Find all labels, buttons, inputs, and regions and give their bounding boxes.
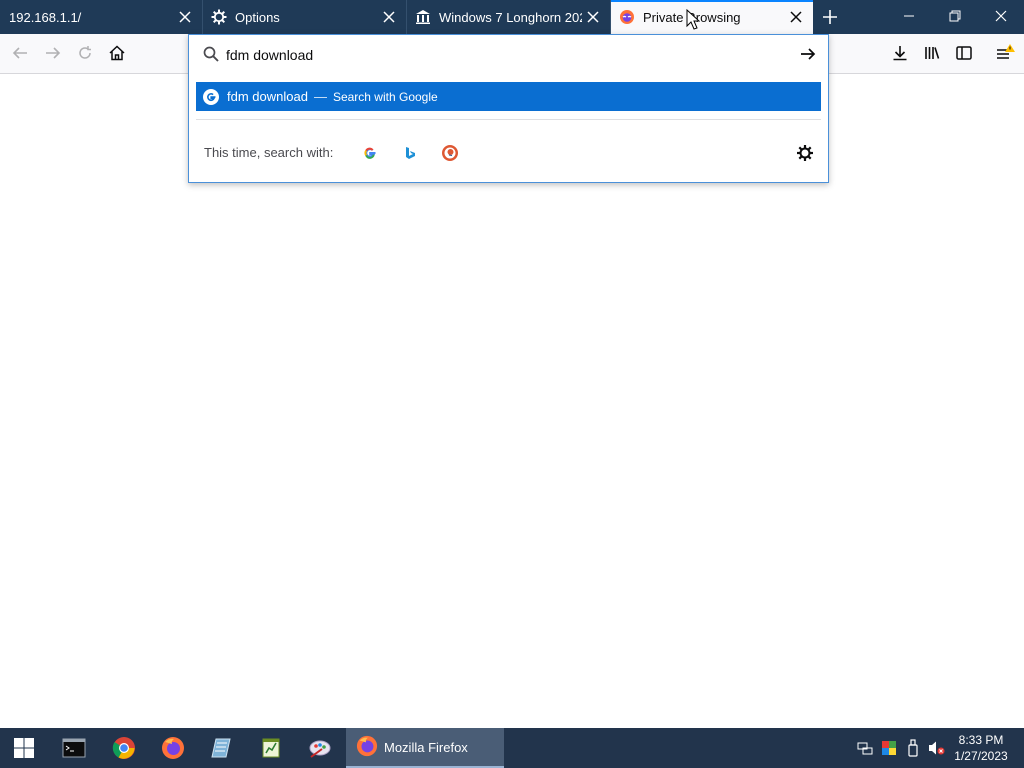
google-icon [203, 88, 219, 105]
close-tab-icon[interactable] [785, 6, 807, 28]
firefox-icon [162, 737, 184, 759]
suggestion-text: fdm download [227, 89, 308, 104]
tab-title: 192.168.1.1/ [9, 9, 82, 25]
plus-icon [823, 10, 837, 24]
urlbar-input[interactable]: fdm download [226, 47, 313, 63]
spreadsheet-icon [262, 738, 280, 758]
taskbar-spreadsheet-app[interactable] [247, 728, 295, 768]
minimize-icon [904, 15, 914, 17]
hamburger-menu-icon [997, 44, 1015, 59]
taskbar-paint-app[interactable] [296, 728, 344, 768]
reload-button[interactable] [70, 38, 100, 68]
tab-title: Windows 7 Longhorn 2023 [439, 9, 582, 25]
google-icon [364, 147, 376, 159]
mouse-cursor-icon [686, 9, 700, 30]
forward-button[interactable] [38, 38, 68, 68]
back-button[interactable] [5, 38, 35, 68]
duckduckgo-engine-button[interactable] [439, 142, 461, 164]
close-tab-icon[interactable] [378, 6, 400, 28]
sidebar-button[interactable] [949, 38, 979, 68]
clock-date: 1/27/2023 [954, 749, 1008, 763]
search-suggestion-row[interactable]: fdm download — Search with Google [196, 82, 821, 111]
google-engine-button[interactable] [359, 142, 381, 164]
go-arrow-icon[interactable] [798, 44, 818, 64]
suggestion-action: Search with Google [332, 89, 438, 104]
volume-muted-tray-icon[interactable] [928, 738, 946, 758]
one-off-search-label: This time, search with: [204, 145, 334, 160]
gear-icon [211, 9, 227, 25]
menu-button[interactable] [990, 38, 1020, 68]
home-icon [109, 45, 125, 61]
close-tab-icon[interactable] [174, 6, 196, 28]
firefox-private-icon [619, 9, 635, 25]
museum-icon [415, 9, 431, 25]
restore-icon [949, 10, 961, 22]
download-icon [893, 46, 907, 61]
start-button[interactable] [0, 728, 48, 768]
close-tab-icon[interactable] [582, 6, 604, 28]
notebook-icon [211, 738, 231, 758]
new-tab-button[interactable] [815, 2, 845, 32]
back-arrow-icon [12, 47, 27, 59]
taskbar-chrome[interactable] [100, 728, 148, 768]
search-icon [202, 45, 220, 63]
clock-time: 8:33 PM [958, 733, 1004, 747]
taskbar-task-label: Mozilla Firefox [384, 739, 468, 755]
taskbar-terminal[interactable] [50, 728, 98, 768]
bing-engine-button[interactable] [399, 142, 421, 164]
tab-title: Options [235, 9, 280, 25]
network-tray-icon[interactable] [856, 738, 874, 758]
windows-logo-icon [14, 738, 34, 758]
suggestion-separator: — [313, 89, 327, 104]
system-clock[interactable]: 8:33 PM 1/27/2023 [948, 732, 1014, 764]
firefox-icon [356, 735, 378, 760]
duckduckgo-icon [442, 145, 458, 161]
paint-palette-icon [309, 740, 331, 758]
forward-arrow-icon [46, 47, 61, 59]
chrome-icon [112, 737, 135, 759]
gear-icon [797, 145, 813, 161]
taskbar: Mozilla Firefox 8:33 PM 1/27/2023 [0, 728, 1024, 768]
library-icon [925, 47, 940, 59]
search-settings-button[interactable] [794, 142, 816, 164]
tab-title: Private Browsing [643, 9, 741, 25]
taskbar-notebook-app[interactable] [198, 728, 246, 768]
downloads-button[interactable] [885, 38, 915, 68]
tab-private-browsing[interactable]: Private Browsing [611, 0, 813, 34]
reload-icon [79, 46, 91, 59]
sidebar-icon [956, 46, 972, 60]
tab-strip: 192.168.1.1/ Options Windows 7 Longhorn … [0, 0, 1024, 34]
tab-options[interactable]: Options [203, 0, 407, 34]
urlbar[interactable]: fdm download [189, 35, 828, 73]
library-button[interactable] [917, 38, 947, 68]
close-icon [995, 10, 1007, 22]
divider [196, 119, 821, 120]
minimize-button[interactable] [886, 0, 932, 32]
bing-icon [406, 147, 415, 159]
urlbar-popup: fdm download fdm download — Search with … [188, 34, 829, 183]
close-window-button[interactable] [978, 0, 1024, 32]
tab-router[interactable]: 192.168.1.1/ [0, 0, 203, 34]
tab-windows7-longhorn[interactable]: Windows 7 Longhorn 2023 [407, 0, 611, 34]
terminal-icon [62, 738, 86, 758]
home-button[interactable] [102, 38, 132, 68]
color-app-tray-icon[interactable] [880, 738, 898, 758]
taskbar-firefox[interactable] [149, 728, 197, 768]
usb-device-tray-icon[interactable] [904, 738, 922, 758]
restore-button[interactable] [932, 0, 978, 32]
taskbar-active-firefox-window[interactable]: Mozilla Firefox [346, 728, 504, 768]
